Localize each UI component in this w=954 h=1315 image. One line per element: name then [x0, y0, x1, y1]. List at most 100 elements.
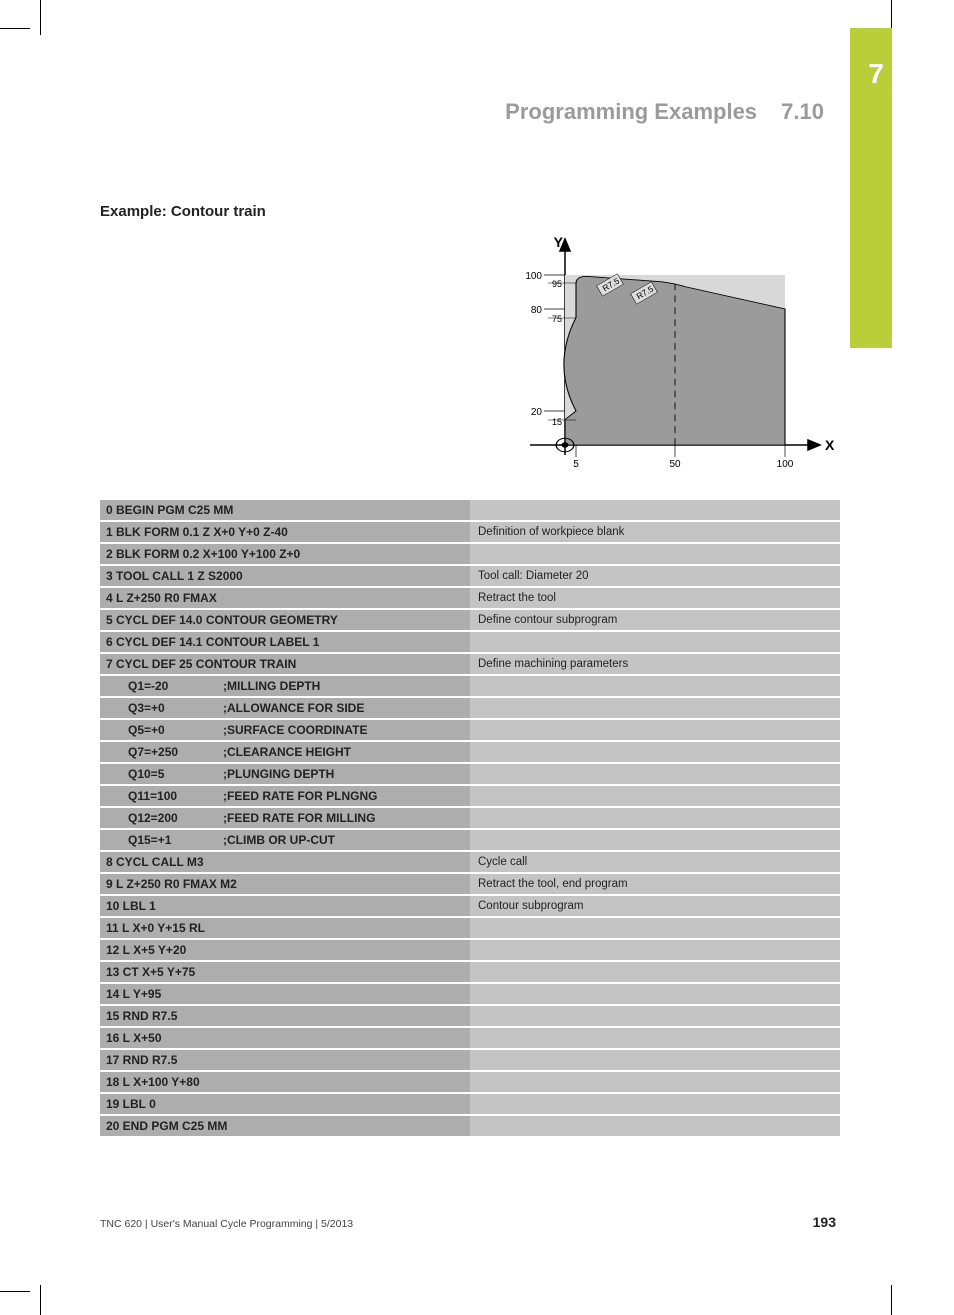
svg-text:X: X	[825, 437, 835, 453]
section-title: Programming Examples	[505, 99, 757, 124]
code-cell: 1 BLK FORM 0.1 Z X+0 Y+0 Z-40	[100, 522, 470, 542]
code-cell: 5 CYCL DEF 14.0 CONTOUR GEOMETRY	[100, 610, 470, 630]
code-cell: 14 L Y+95	[100, 984, 470, 1004]
desc-cell	[470, 1116, 840, 1136]
table-row: 8 CYCL CALL M3Cycle call	[100, 852, 840, 874]
section-header: Programming Examples 7.10	[505, 99, 824, 125]
desc-cell	[470, 984, 840, 1004]
table-row: 13 CT X+5 Y+75	[100, 962, 840, 984]
svg-text:75: 75	[552, 314, 562, 324]
table-row: 1 BLK FORM 0.1 Z X+0 Y+0 Z-40Definition …	[100, 522, 840, 544]
desc-cell	[470, 1094, 840, 1114]
code-cell: 2 BLK FORM 0.2 X+100 Y+100 Z+0	[100, 544, 470, 564]
page-number: 193	[813, 1214, 836, 1230]
code-cell: Q5=+0;SURFACE COORDINATE	[100, 720, 470, 740]
desc-cell: Definition of workpiece blank	[470, 522, 840, 542]
footer-doc-info: TNC 620 | User's Manual Cycle Programmin…	[100, 1218, 353, 1230]
code-cell: 6 CYCL DEF 14.1 CONTOUR LABEL 1	[100, 632, 470, 652]
svg-text:80: 80	[531, 305, 543, 316]
code-cell: 15 RND R7.5	[100, 1006, 470, 1026]
desc-cell: Define machining parameters	[470, 654, 840, 674]
code-cell: 18 L X+100 Y+80	[100, 1072, 470, 1092]
section-number: 7.10	[781, 99, 824, 124]
code-cell: 8 CYCL CALL M3	[100, 852, 470, 872]
code-cell: 10 LBL 1	[100, 896, 470, 916]
desc-cell: Retract the tool	[470, 588, 840, 608]
table-row: 11 L X+0 Y+15 RL	[100, 918, 840, 940]
desc-cell	[470, 742, 840, 762]
desc-cell	[470, 786, 840, 806]
code-cell: 0 BEGIN PGM C25 MM	[100, 500, 470, 520]
desc-cell	[470, 500, 840, 520]
desc-cell: Cycle call	[470, 852, 840, 872]
desc-cell: Tool call: Diameter 20	[470, 566, 840, 586]
desc-cell	[470, 632, 840, 652]
table-row: Q3=+0;ALLOWANCE FOR SIDE	[100, 698, 840, 720]
code-cell: 3 TOOL CALL 1 Z S2000	[100, 566, 470, 586]
desc-cell	[470, 544, 840, 564]
table-row: 9 L Z+250 R0 FMAX M2Retract the tool, en…	[100, 874, 840, 896]
table-row: 5 CYCL DEF 14.0 CONTOUR GEOMETRYDefine c…	[100, 610, 840, 632]
desc-cell	[470, 940, 840, 960]
code-cell: 11 L X+0 Y+15 RL	[100, 918, 470, 938]
desc-cell	[470, 698, 840, 718]
nc-program-table: 0 BEGIN PGM C25 MM1 BLK FORM 0.1 Z X+0 Y…	[100, 500, 840, 1138]
code-cell: 17 RND R7.5	[100, 1050, 470, 1070]
table-row: 14 L Y+95	[100, 984, 840, 1006]
code-cell: 19 LBL 0	[100, 1094, 470, 1114]
table-row: Q15=+1;CLIMB OR UP-CUT	[100, 830, 840, 852]
table-row: 2 BLK FORM 0.2 X+100 Y+100 Z+0	[100, 544, 840, 566]
table-row: 6 CYCL DEF 14.1 CONTOUR LABEL 1	[100, 632, 840, 654]
code-cell: 12 L X+5 Y+20	[100, 940, 470, 960]
table-row: 0 BEGIN PGM C25 MM	[100, 500, 840, 522]
code-cell: Q10=5;PLUNGING DEPTH	[100, 764, 470, 784]
desc-cell	[470, 830, 840, 850]
contour-figure: Y X 100 80 20 95 75 15 5 50 100	[470, 235, 840, 483]
svg-text:15: 15	[552, 417, 562, 427]
table-row: 4 L Z+250 R0 FMAXRetract the tool	[100, 588, 840, 610]
code-cell: 13 CT X+5 Y+75	[100, 962, 470, 982]
code-cell: Q7=+250;CLEARANCE HEIGHT	[100, 742, 470, 762]
table-row: 7 CYCL DEF 25 CONTOUR TRAINDefine machin…	[100, 654, 840, 676]
code-cell: Q11=100;FEED RATE FOR PLNGNG	[100, 786, 470, 806]
code-cell: 9 L Z+250 R0 FMAX M2	[100, 874, 470, 894]
desc-cell	[470, 720, 840, 740]
svg-text:5: 5	[573, 459, 579, 470]
table-row: 10 LBL 1Contour subprogram	[100, 896, 840, 918]
desc-cell	[470, 676, 840, 696]
svg-text:20: 20	[531, 407, 543, 418]
table-row: 16 L X+50	[100, 1028, 840, 1050]
code-cell: 16 L X+50	[100, 1028, 470, 1048]
table-row: 3 TOOL CALL 1 Z S2000Tool call: Diameter…	[100, 566, 840, 588]
svg-text:95: 95	[552, 279, 562, 289]
svg-text:100: 100	[777, 459, 794, 470]
table-row: 17 RND R7.5	[100, 1050, 840, 1072]
table-row: Q1=-20;MILLING DEPTH	[100, 676, 840, 698]
table-row: 12 L X+5 Y+20	[100, 940, 840, 962]
desc-cell	[470, 1050, 840, 1070]
svg-text:Y: Y	[554, 235, 564, 250]
code-cell: Q1=-20;MILLING DEPTH	[100, 676, 470, 696]
code-cell: 7 CYCL DEF 25 CONTOUR TRAIN	[100, 654, 470, 674]
desc-cell	[470, 962, 840, 982]
desc-cell	[470, 808, 840, 828]
desc-cell	[470, 918, 840, 938]
code-cell: Q15=+1;CLIMB OR UP-CUT	[100, 830, 470, 850]
code-cell: Q3=+0;ALLOWANCE FOR SIDE	[100, 698, 470, 718]
table-row: Q11=100;FEED RATE FOR PLNGNG	[100, 786, 840, 808]
desc-cell: Retract the tool, end program	[470, 874, 840, 894]
svg-text:100: 100	[525, 271, 542, 282]
table-row: 19 LBL 0	[100, 1094, 840, 1116]
table-row: Q12=200;FEED RATE FOR MILLING	[100, 808, 840, 830]
example-title: Example: Contour train	[100, 203, 266, 220]
desc-cell: Contour subprogram	[470, 896, 840, 916]
desc-cell	[470, 764, 840, 784]
code-cell: Q12=200;FEED RATE FOR MILLING	[100, 808, 470, 828]
desc-cell	[470, 1006, 840, 1026]
table-row: 18 L X+100 Y+80	[100, 1072, 840, 1094]
table-row: Q5=+0;SURFACE COORDINATE	[100, 720, 840, 742]
table-row: 20 END PGM C25 MM	[100, 1116, 840, 1138]
desc-cell: Define contour subprogram	[470, 610, 840, 630]
code-cell: 20 END PGM C25 MM	[100, 1116, 470, 1136]
desc-cell	[470, 1072, 840, 1092]
